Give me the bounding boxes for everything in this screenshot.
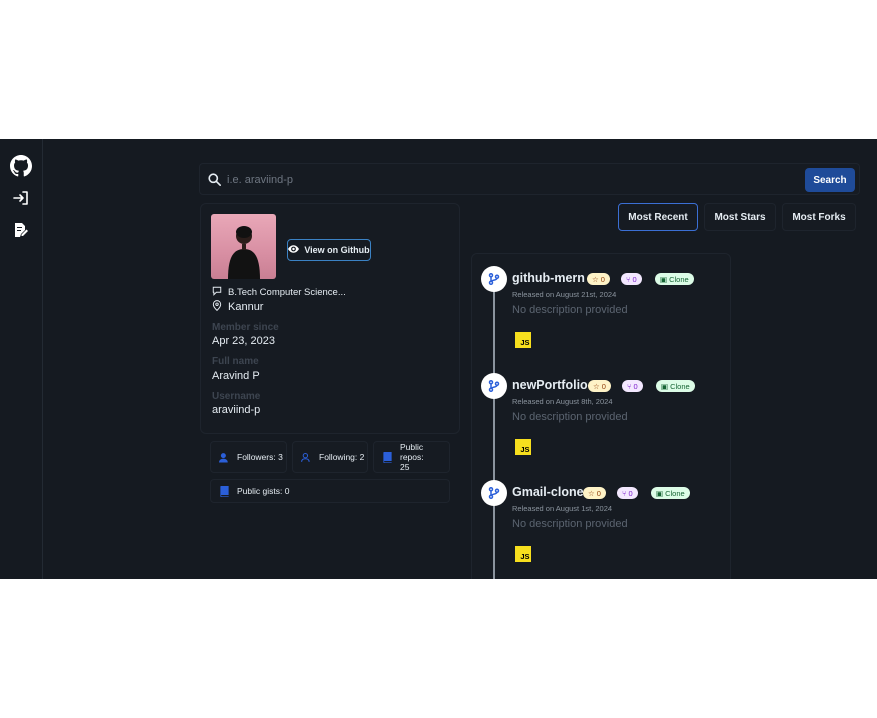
search-button[interactable]: Search (805, 168, 855, 192)
username-label: Username (212, 391, 261, 402)
location-row: Kannur (212, 300, 263, 314)
bio-row: B.Tech Computer Science... (212, 286, 346, 299)
git-branch-icon (481, 373, 507, 399)
repo-description: No description provided (512, 304, 628, 316)
star-badge: ☆ 0 (588, 380, 611, 392)
repo-timeline: github-mern ☆ 0 ⑂ 0 ▣ Clone Released on Aug… (471, 253, 731, 579)
avatar (211, 214, 276, 279)
repo-release-date: Released on August 8th, 2024 (512, 397, 613, 406)
public-repos-stat: Public repos: 25 (373, 441, 450, 473)
star-icon: ☆ (592, 274, 599, 284)
app-root: Search View on Github B.Tech Computer Sc… (0, 139, 877, 579)
fork-badge: ⑂ 0 (621, 273, 642, 285)
repo-item: github-mern ☆ 0 ⑂ 0 ▣ Clone Released on Aug… (472, 266, 730, 371)
username-value: araviind-p (212, 404, 261, 416)
followers-stat: Followers: 3 (210, 441, 287, 473)
eye-icon (288, 245, 300, 255)
repo-item: newPortfolio ☆ 0 ⑂ 0 ▣ Clone Released on Au… (472, 373, 730, 478)
public-gists-count: Public gists: 0 (237, 486, 290, 496)
search-icon (208, 173, 221, 191)
login-icon[interactable] (10, 187, 32, 209)
book-icon (382, 451, 392, 463)
github-icon[interactable] (10, 155, 32, 177)
location-text: Kannur (228, 301, 264, 313)
star-badge: ☆ 0 (587, 273, 610, 285)
following-icon (301, 451, 311, 463)
gist-icon (219, 485, 229, 497)
repo-name[interactable]: github-mern (512, 271, 585, 285)
git-branch-icon (481, 480, 507, 506)
following-stat: Following: 2 (292, 441, 368, 473)
copy-icon: ▣ (661, 381, 669, 391)
repo-item: Gmail-clone ☆ 0 ⑂ 0 ▣ Clone Released on Aug… (472, 480, 730, 579)
fork-badge: ⑂ 0 (622, 380, 643, 392)
location-pin-icon (212, 300, 222, 314)
public-repos-count: Public repos: 25 (400, 442, 424, 472)
search-bar: Search (199, 163, 860, 195)
followers-icon (219, 451, 229, 463)
full-name-label: Full name (212, 356, 259, 367)
profile-card: View on Github B.Tech Computer Science..… (200, 203, 460, 434)
repo-description: No description provided (512, 518, 628, 530)
star-icon: ☆ (588, 488, 595, 498)
repo-name[interactable]: newPortfolio (512, 378, 588, 392)
fork-icon: ⑂ (627, 381, 632, 391)
sort-most-forks-button[interactable]: Most Forks (782, 203, 856, 231)
repo-release-date: Released on August 21st, 2024 (512, 290, 617, 299)
following-count: Following: 2 (319, 452, 365, 462)
javascript-icon: JS (515, 332, 531, 348)
search-input[interactable] (227, 170, 787, 190)
star-icon: ☆ (593, 381, 600, 391)
repo-release-date: Released on August 1st, 2024 (512, 504, 613, 513)
public-gists-stat: Public gists: 0 (210, 479, 450, 503)
sort-most-recent-button[interactable]: Most Recent (618, 203, 698, 231)
star-badge: ☆ 0 (583, 487, 606, 499)
full-name-value: Aravind P (212, 370, 260, 382)
clone-button[interactable]: ▣ Clone (655, 273, 694, 285)
repo-description: No description provided (512, 411, 628, 423)
followers-count: Followers: 3 (237, 452, 283, 462)
bio-text: B.Tech Computer Science... (228, 287, 346, 298)
member-since-value: Apr 23, 2023 (212, 335, 275, 347)
comment-icon (212, 286, 222, 299)
fork-icon: ⑂ (626, 274, 631, 284)
copy-icon: ▣ (656, 488, 664, 498)
fork-badge: ⑂ 0 (617, 487, 638, 499)
signup-icon[interactable] (10, 219, 32, 241)
clone-button[interactable]: ▣ Clone (656, 380, 695, 392)
clone-button[interactable]: ▣ Clone (651, 487, 690, 499)
sort-most-stars-button[interactable]: Most Stars (704, 203, 776, 231)
fork-icon: ⑂ (622, 488, 627, 498)
view-on-github-label: View on Github (304, 245, 370, 255)
sidebar (0, 139, 43, 579)
git-branch-icon (481, 266, 507, 292)
javascript-icon: JS (515, 546, 531, 562)
member-since-label: Member since (212, 322, 279, 333)
repo-name[interactable]: Gmail-clone (512, 485, 584, 499)
copy-icon: ▣ (660, 274, 668, 284)
javascript-icon: JS (515, 439, 531, 455)
view-on-github-button[interactable]: View on Github (287, 239, 371, 261)
